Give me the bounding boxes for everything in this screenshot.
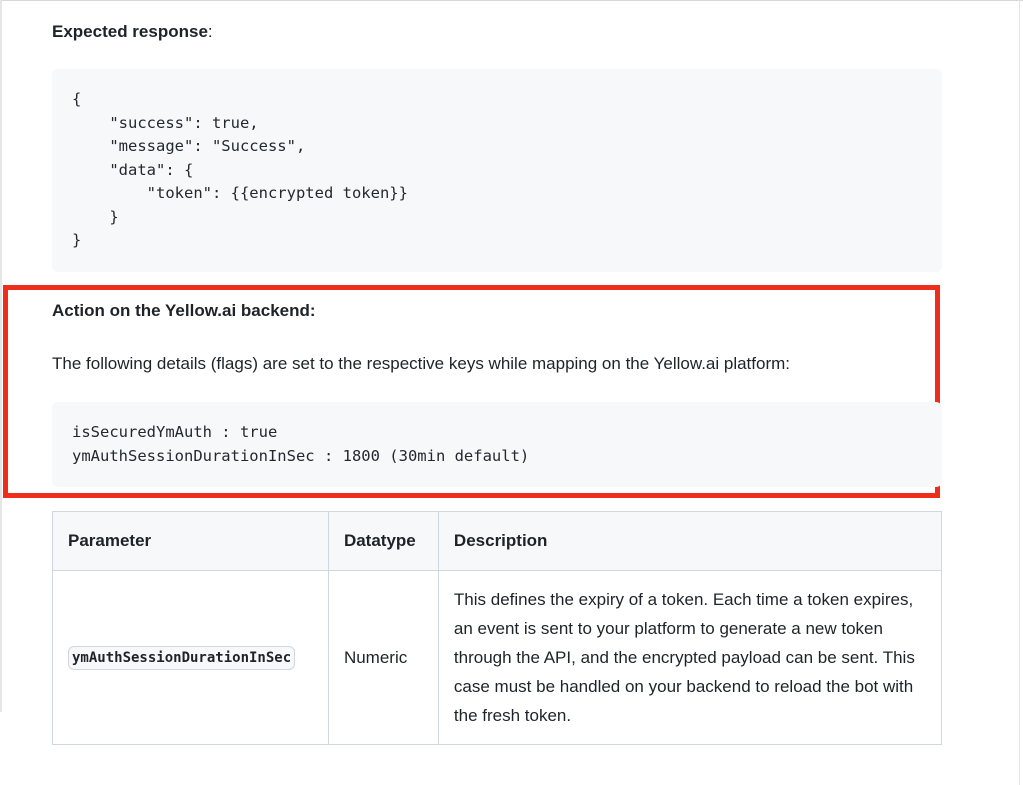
table-header-row: Parameter Datatype Description [52,511,943,571]
column-header-description: Description [437,511,943,571]
document-page: Expected response: { "success": true, "m… [0,0,1023,785]
expected-response-colon: : [207,22,213,41]
left-border [0,0,2,712]
backend-heading: Action on the Yellow.ai backend: [52,301,316,320]
expected-response-code-block: { "success": true, "message": "Success",… [52,69,942,272]
description-cell: This defines the expiry of a token. Each… [437,570,943,745]
right-border [1019,0,1020,785]
expected-response-heading: Expected response: [52,21,213,43]
parameter-cell: ymAuthSessionDurationInSec [52,570,329,745]
parameter-name-code: ymAuthSessionDurationInSec [68,645,296,670]
backend-paragraph: The following details (flags) are set to… [52,354,791,373]
column-header-parameter: Parameter [52,511,329,571]
top-border [0,0,1023,1]
table-row: ymAuthSessionDurationInSec Numeric This … [52,570,943,745]
column-header-datatype: Datatype [327,511,439,571]
datatype-cell: Numeric [327,570,439,745]
parameters-table: Parameter Datatype Description ymAuthSes… [52,511,943,745]
backend-flags-code-block: isSecuredYmAuth : true ymAuthSessionDura… [52,402,942,487]
expected-response-label: Expected response [52,22,208,41]
